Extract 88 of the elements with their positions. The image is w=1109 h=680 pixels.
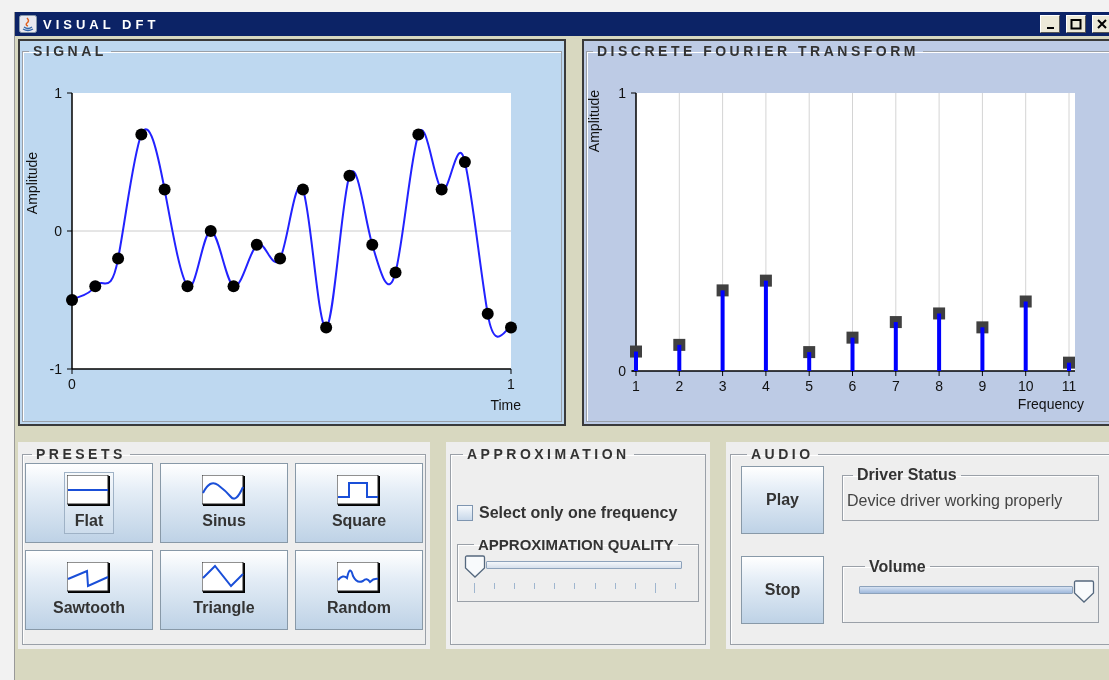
frequency-bar: [980, 327, 985, 371]
sample-point: [227, 280, 240, 293]
tick-label: 1: [632, 378, 640, 394]
sample-point: [112, 252, 125, 265]
axis-label: Frequency: [1017, 396, 1084, 412]
tick-label: 1: [54, 85, 62, 101]
axis-label: Time: [490, 397, 521, 413]
maximize-icon: [1070, 18, 1082, 30]
sample-point: [435, 183, 448, 196]
panel-title: PRESETS: [35, 446, 127, 462]
sample-point: [296, 183, 309, 196]
sample-point: [274, 252, 287, 265]
close-icon: [1096, 18, 1108, 30]
waveform-icon: [67, 475, 111, 507]
waveform-icon: [202, 562, 246, 594]
panel-title: DISCRETE FOURIER TRANSFORM: [596, 43, 920, 59]
maximize-button[interactable]: [1066, 15, 1086, 33]
minimize-icon: [1046, 27, 1054, 29]
frequency-bar: [893, 322, 898, 371]
sample-point: [204, 225, 217, 237]
tick-label: 10: [1017, 378, 1034, 394]
panel-title: Driver Status: [856, 466, 958, 484]
tick-label: 7: [891, 378, 900, 394]
sample-point: [181, 280, 194, 293]
slider-thumb[interactable]: [464, 555, 486, 579]
waveform-icon: [67, 562, 111, 594]
preset-button[interactable]: Triangle: [160, 550, 288, 630]
sample-point: [158, 183, 171, 196]
frequency-bar: [937, 313, 942, 371]
tick-label: -1: [49, 361, 62, 377]
sample-point: [458, 156, 471, 168]
slider-track[interactable]: [486, 561, 682, 569]
sample-point: [343, 169, 356, 182]
frequency-bar: [634, 351, 638, 371]
panel-title: APPROXIMATION: [466, 446, 631, 462]
checkbox[interactable]: [457, 505, 473, 521]
window-title: VISUAL DFT: [43, 16, 161, 32]
sample-point: [389, 266, 402, 279]
preset-button[interactable]: Random: [295, 550, 423, 630]
preset-button[interactable]: Sawtooth: [25, 550, 153, 630]
tick-label: 11: [1061, 378, 1077, 394]
tick-label: 0: [54, 223, 62, 239]
panel-title: Volume: [868, 557, 927, 576]
sample-point: [66, 294, 78, 306]
play-button[interactable]: Play: [741, 466, 824, 534]
close-button[interactable]: [1092, 15, 1109, 33]
checkbox-label: Select only one frequency: [479, 504, 678, 522]
sample-point: [89, 280, 102, 293]
app-icon: [19, 15, 37, 33]
sample-point: [505, 321, 517, 334]
tick-label: 0: [618, 363, 626, 379]
tick-label: 1: [618, 85, 626, 101]
sample-point: [320, 321, 333, 334]
frequency-bar: [1067, 362, 1071, 371]
axis-label: Amplitude: [587, 89, 602, 153]
waveform-icon: [202, 475, 246, 507]
tick-label: 3: [718, 378, 727, 394]
tick-label: 2: [675, 378, 684, 394]
tick-label: 8: [935, 378, 943, 394]
waveform-icon: [337, 562, 381, 594]
waveform-icon: [337, 475, 381, 507]
preset-button[interactable]: Flat: [25, 463, 153, 543]
panel-title: APPROXIMATION QUALITY: [477, 536, 675, 553]
sample-point: [250, 238, 263, 251]
frequency-bar: [677, 344, 682, 371]
sample-point: [366, 238, 379, 251]
sample-point: [135, 128, 148, 141]
tick-label: 9: [978, 378, 987, 394]
tick-label: 5: [805, 378, 814, 394]
tick-label: 1: [507, 376, 515, 392]
preset-button[interactable]: Sinus: [160, 463, 288, 543]
panel-title: SIGNAL: [32, 43, 108, 59]
slider-track[interactable]: [859, 585, 1073, 594]
preset-button[interactable]: Square: [295, 463, 423, 543]
tick-label: 6: [848, 378, 857, 394]
stop-button[interactable]: Stop: [741, 556, 824, 624]
panel-title: AUDIO: [750, 446, 815, 462]
slider-thumb[interactable]: [1073, 579, 1095, 604]
tick-label: 0: [68, 376, 76, 392]
frequency-bar: [850, 337, 855, 371]
frequency-bar: [1023, 301, 1028, 371]
sample-point: [412, 128, 425, 141]
sample-point: [481, 307, 494, 320]
axis-label: Amplitude: [24, 151, 40, 215]
status-text: Device driver working properly: [846, 491, 1064, 510]
tick-label: 4: [762, 378, 770, 394]
minimize-button[interactable]: [1040, 15, 1060, 33]
frequency-bar: [807, 352, 812, 371]
